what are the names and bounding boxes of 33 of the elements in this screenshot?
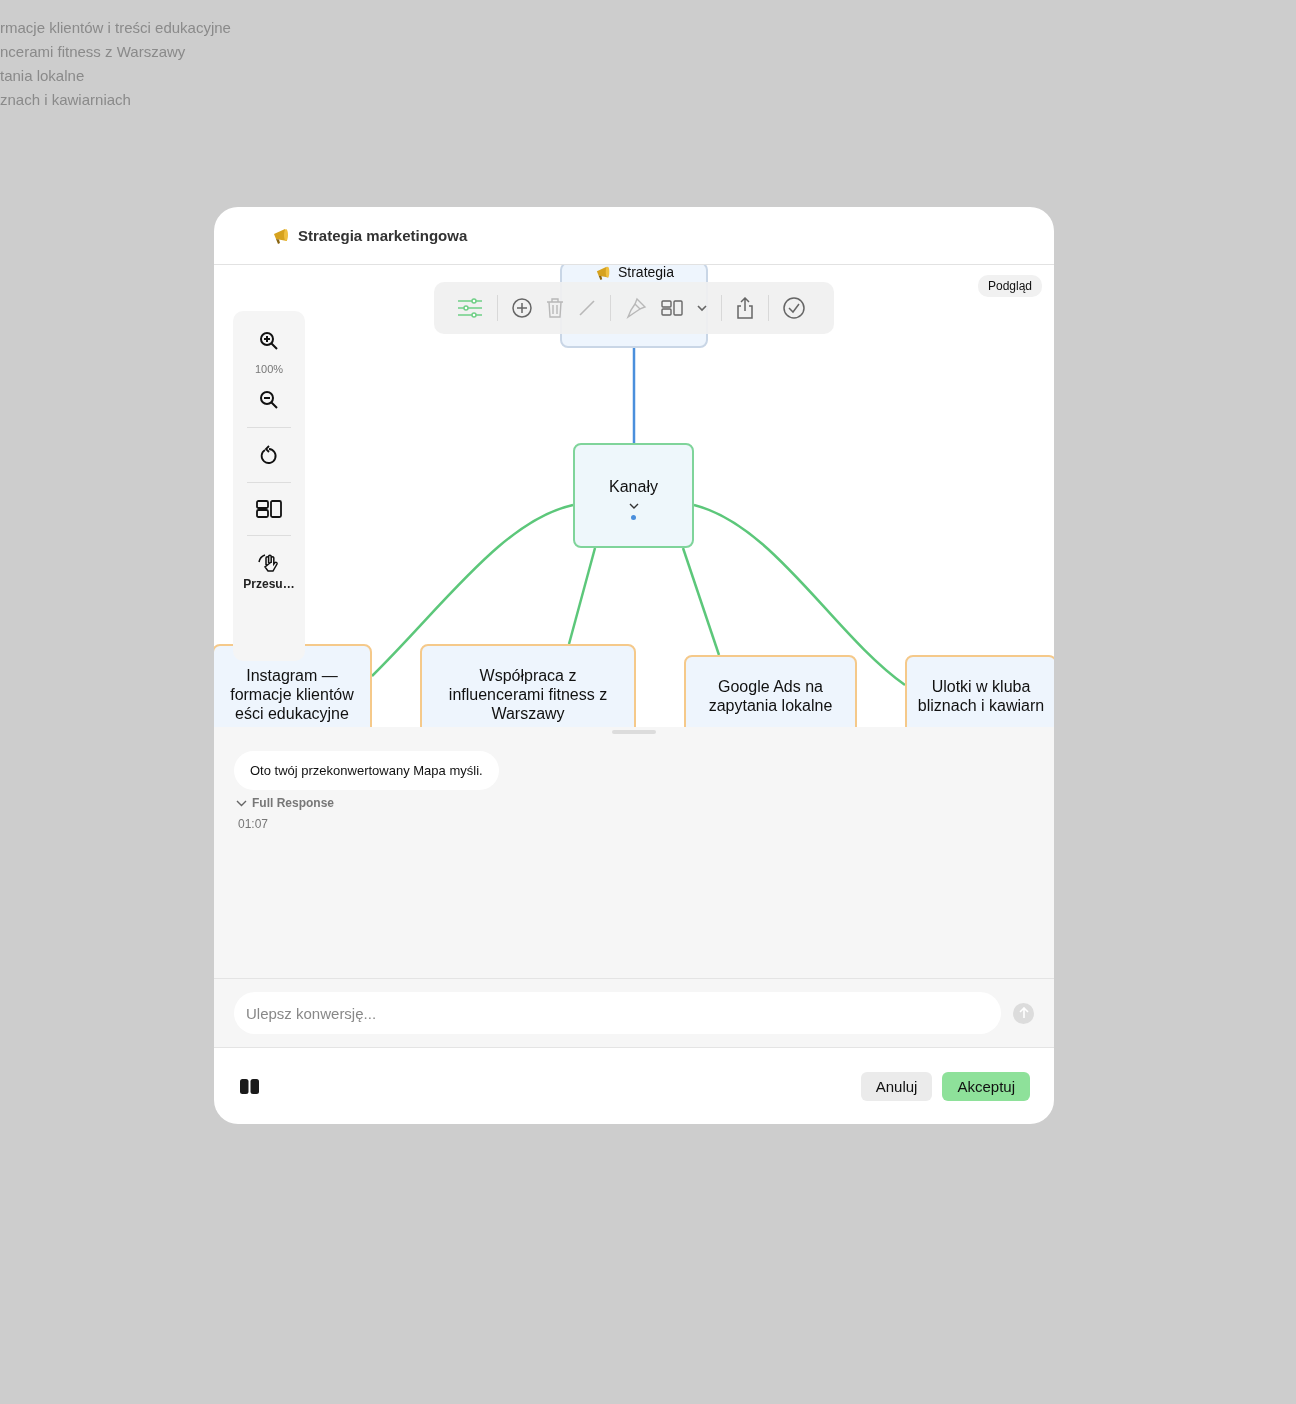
node-label: Strategia (617, 265, 674, 280)
zoom-out-icon[interactable] (259, 390, 279, 410)
full-response-toggle[interactable]: Full Response (234, 796, 334, 810)
node-label: Współpraca z influencerami fitness z Warszawy (448, 666, 608, 723)
accept-button[interactable]: Akceptuj (942, 1071, 1030, 1101)
reset-icon[interactable] (260, 445, 278, 465)
mindmap-node[interactable]: Kanały (573, 443, 694, 548)
mindmap-node[interactable]: Google Ads na zapytania lokalne (684, 655, 857, 727)
arrow-up-icon (1018, 1007, 1029, 1019)
chevron-icon[interactable] (627, 502, 640, 510)
message-time: 01:07 (238, 817, 269, 831)
preview-badge[interactable]: Podgląd (977, 275, 1042, 297)
mindmap-node[interactable]: Instagram — formacje klientów eści edukacyjne (214, 644, 372, 727)
layout-icon[interactable] (256, 500, 282, 518)
background-text: ncerami fitness z Warszawy (0, 42, 187, 62)
mindmap-node[interactable]: Ulotki w kluba bliznach i kawiarn (905, 655, 1054, 727)
hand-icon (258, 553, 280, 573)
background-text: tania lokalne (0, 66, 86, 86)
node-label: Instagram — formacje klientów eści edukacyjne (230, 666, 354, 723)
handle-dot[interactable] (631, 515, 636, 520)
input-field[interactable]: Ulepsz konwersję... (234, 992, 1001, 1034)
mindmap-node[interactable]: Współpraca z influencerami fitness z Warszawy (420, 644, 636, 727)
cancel-button[interactable]: Anuluj (860, 1071, 933, 1101)
chat-message: Oto twój przekonwertowany Mapa myśli. (234, 751, 499, 790)
node-label: Google Ads na zapytania lokalne (708, 677, 833, 715)
dialog-title: Strategia marketingowa (298, 227, 468, 244)
pan-button[interactable]: Przesu… (243, 553, 295, 591)
background-text: rmacje klientów i treści edukacyjne (0, 18, 232, 38)
zoom-level: 100% (254, 363, 284, 375)
node-label: Ulotki w kluba bliznach i kawiarn (917, 677, 1045, 715)
zoom-in-icon[interactable] (259, 331, 279, 351)
sidebar-icon[interactable] (240, 1078, 259, 1094)
node-label: Kanały (609, 478, 658, 496)
